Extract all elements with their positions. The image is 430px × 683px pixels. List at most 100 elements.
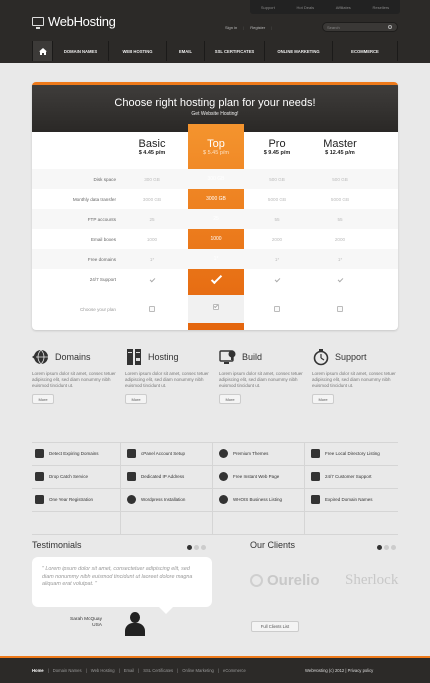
cell-value: 25 [149, 216, 155, 222]
table-row: Monthly data transfer 3000 GB 3000 GB 50… [32, 189, 398, 209]
nav-home[interactable] [33, 41, 53, 61]
sign-in-link[interactable]: Sign in [225, 25, 237, 30]
footer-link-web-hosting[interactable]: Web Hosting [91, 668, 115, 673]
cell-value: 2000 [334, 236, 346, 242]
nav-email[interactable]: Email [167, 41, 205, 61]
service-label: Drop Catch Service [49, 474, 89, 479]
flower-icon [250, 574, 263, 587]
pager-dot-active[interactable] [377, 545, 382, 550]
service-item[interactable]: cPanel Account Setup [127, 442, 217, 465]
plan-price: $ 9.45 p/m [263, 150, 291, 156]
cell-value: 1* [337, 256, 343, 262]
service-item[interactable]: Detect Expiring Domains [35, 442, 125, 465]
pager-dot[interactable] [201, 545, 206, 550]
check-icon [274, 276, 280, 282]
service-item[interactable]: WHOIS Business Listing [219, 488, 309, 511]
service-item[interactable]: Expired Domain Names [311, 488, 401, 511]
nav-ssl-certificates[interactable]: SSL certificates [205, 41, 265, 61]
more-button[interactable]: More [32, 394, 54, 404]
client-logo-sherlock[interactable]: Sherlock [345, 572, 398, 589]
service-item[interactable]: Dedicated IP Address [127, 465, 217, 488]
plan-price: $ 4.45 p/m [138, 150, 166, 156]
service-item[interactable]: Free Instant Web Page [219, 465, 309, 488]
pager-dot[interactable] [391, 545, 396, 550]
service-label: Premium Themes [233, 451, 269, 456]
check-icon [149, 276, 155, 282]
more-button[interactable]: More [219, 394, 241, 404]
footer-link-ecommerce[interactable]: eCommerce [223, 668, 246, 673]
full-clients-list-button[interactable]: Full Clients List [251, 621, 299, 632]
nav-web-hosting[interactable]: Web hosting [109, 41, 167, 61]
search-icon[interactable] [388, 25, 392, 29]
service-item[interactable]: 24/7 Customer Support [311, 465, 401, 488]
service-item[interactable]: Free Local Directory Listing [311, 442, 401, 465]
more-button[interactable]: More [125, 394, 147, 404]
plan-header-basic: Basic $ 4.45 p/m [122, 138, 182, 156]
service-item[interactable]: Drop Catch Service [35, 465, 125, 488]
cell-value: 1000 [146, 236, 158, 242]
checkbox[interactable] [337, 305, 343, 312]
feature-text: Lorem ipsum dolor sit amet, consec tetue… [32, 371, 116, 388]
pager-dot-active[interactable] [187, 545, 192, 550]
checkbox[interactable] [274, 305, 280, 312]
register-link[interactable]: Register [250, 25, 265, 30]
top-link-resellers[interactable]: Resellers [372, 5, 389, 10]
cell-value: 1* [149, 256, 155, 262]
service-item[interactable]: Wordpress Installation [127, 488, 217, 511]
server-icon [125, 348, 143, 366]
stopwatch-icon [312, 348, 330, 366]
cell-value: 3000 GB [142, 196, 162, 202]
top-link-affiliates[interactable]: Affiliates [336, 5, 351, 10]
feature-support: Support Lorem ipsum dolor sit amet, cons… [312, 347, 402, 404]
cell-value: 5000 GB [267, 196, 287, 202]
calendar-icon [35, 449, 44, 458]
search-label: Search [327, 25, 340, 30]
footer-link-domain-names[interactable]: Domain Names [53, 668, 82, 673]
plan-radio-master[interactable] [312, 305, 368, 313]
service-label: WHOIS Business Listing [233, 497, 283, 502]
divider [32, 511, 398, 512]
service-item[interactable]: Premium Themes [219, 442, 309, 465]
footer-link-ssl[interactable]: SSL Certificates [143, 668, 173, 673]
pager-dot[interactable] [384, 545, 389, 550]
footer-link-email[interactable]: Email [124, 668, 134, 673]
client-logo-ourelio[interactable]: Ourelio [250, 572, 320, 589]
more-button[interactable]: More [312, 394, 334, 404]
plan-header-pro: Pro $ 9.45 p/m [247, 138, 307, 156]
cell-value: 1* [213, 256, 219, 262]
nav-online-marketing[interactable]: Online marketing [265, 41, 333, 61]
choose-plan-label: Choose your plan [79, 306, 116, 312]
plan-radio-top[interactable] [188, 295, 244, 323]
top-link-hot-deals[interactable]: Hot Deals [297, 5, 315, 10]
top-link-support[interactable]: Support [261, 5, 275, 10]
network-icon [127, 472, 136, 481]
divider: | [271, 24, 273, 30]
cell-value: 500 GB [269, 176, 285, 182]
search-input[interactable]: Search [322, 22, 398, 32]
support-icon [311, 472, 320, 481]
checkbox[interactable] [149, 305, 155, 312]
pager-dot[interactable] [194, 545, 199, 550]
plan-radio-basic[interactable] [124, 305, 180, 313]
table-row: Free domains 1* 1* 1* 1* [32, 249, 398, 269]
footer-link-home[interactable]: Home [32, 668, 44, 673]
service-item[interactable]: One Year Registration [35, 488, 125, 511]
footer-link-online-marketing[interactable]: Online Marketing [182, 668, 214, 673]
cell-check [312, 276, 368, 282]
account-links: Sign in | Register | [225, 22, 272, 32]
cell-value: 1* [274, 256, 280, 262]
feature-title: Domains [55, 352, 91, 362]
site-logo[interactable]: WebHosting [32, 13, 116, 29]
service-label: Free Local Directory Listing [325, 451, 380, 456]
cell-value: 3000 GB [206, 196, 226, 202]
clients-title: Our Clients [250, 540, 296, 550]
folder-icon [311, 449, 320, 458]
row-label: 24/7 Support [89, 276, 116, 282]
checkbox-checked[interactable] [213, 303, 219, 310]
document-icon [127, 449, 136, 458]
plan-radio-pro[interactable] [249, 305, 305, 313]
logo-text: WebHosting [48, 13, 116, 29]
row-label: Free domains [87, 256, 116, 262]
nav-ecommerce[interactable]: eCommerce [333, 41, 398, 61]
nav-domain-names[interactable]: Domain names [53, 41, 109, 61]
